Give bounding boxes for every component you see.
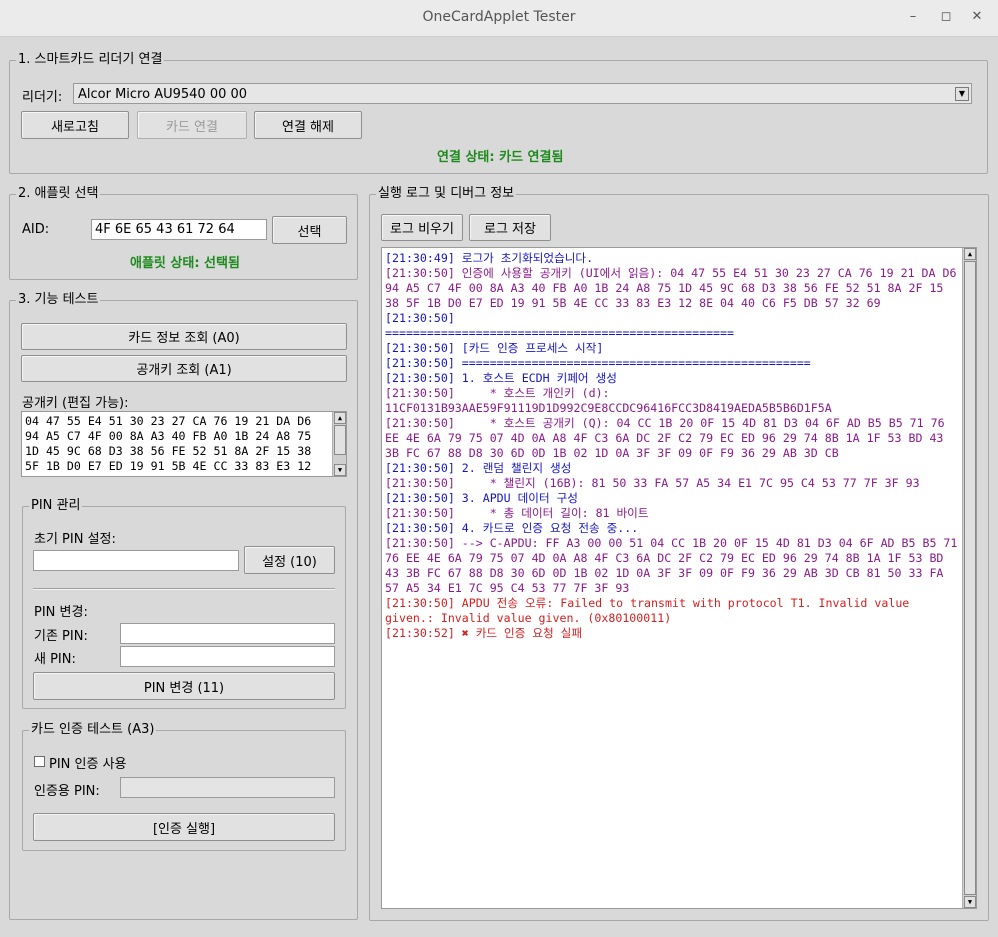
change-pin-label: PIN 변경: xyxy=(34,605,88,620)
auth-legend: 카드 인증 테스트 (A3) xyxy=(29,722,157,738)
scroll-down-icon[interactable]: ▼ xyxy=(334,464,346,476)
log-legend: 실행 로그 및 디버그 정보 xyxy=(376,186,517,202)
log-line: EE 4E 6A 79 75 07 4D 0A A8 4F C3 6A DC 2… xyxy=(385,431,944,445)
reader-legend: 1. 스마트카드 리더기 연결 xyxy=(16,52,165,68)
log-line: [21:30:50] xyxy=(385,311,455,325)
log-line: ========================================… xyxy=(385,326,735,340)
scroll-thumb[interactable] xyxy=(334,425,346,455)
auth-pin-input[interactable] xyxy=(120,777,335,798)
use-pin-checkbox[interactable] xyxy=(34,756,45,767)
chevron-down-icon[interactable]: ▼ xyxy=(955,87,969,101)
scroll-up-icon[interactable]: ▲ xyxy=(964,248,976,260)
save-log-button[interactable]: 로그 저장 xyxy=(469,214,551,241)
pubkey-line: 04 47 55 E4 51 30 23 27 CA 76 19 21 DA D… xyxy=(25,414,312,428)
log-line: [21:30:50] =============================… xyxy=(385,356,811,370)
applet-legend: 2. 애플릿 선택 xyxy=(16,186,101,202)
reader-select[interactable]: Alcor Micro AU9540 00 00 ▼ xyxy=(73,83,972,104)
new-pin-input[interactable] xyxy=(120,646,335,667)
log-scrollbar[interactable]: ▲ ▼ xyxy=(962,248,976,908)
log-line: 38 5F 1B D0 E7 ED 19 91 5B 4E CC 33 83 E… xyxy=(385,296,881,310)
scroll-down-icon[interactable]: ▼ xyxy=(964,896,976,908)
pin-legend: PIN 관리 xyxy=(29,498,83,514)
log-line: [21:30:50] 1. 호스트 ECDH 키페어 생성 xyxy=(385,371,617,385)
init-pin-input[interactable] xyxy=(33,550,239,571)
log-line: 11CF0131B93AAE59F91119D1D992C9E8CCDC9641… xyxy=(385,401,832,415)
select-applet-button[interactable]: 선택 xyxy=(272,216,347,244)
window-title: OneCardApplet Tester xyxy=(422,9,576,25)
log-line: 57 A5 34 E1 7C 95 C4 53 77 7F 3F 93 xyxy=(385,581,630,595)
card-info-button[interactable]: 카드 정보 조회 (A0) xyxy=(21,323,347,350)
log-line: [21:30:50] * 총 데이터 길이: 81 바이트 xyxy=(385,506,649,520)
refresh-button[interactable]: 새로고침 xyxy=(21,111,129,139)
new-pin-label: 새 PIN: xyxy=(34,652,76,667)
log-line: [21:30:52] ✖ 카드 인증 요청 실패 xyxy=(385,626,583,640)
connection-status: 연결 상태: 카드 연결됨 xyxy=(437,150,564,165)
auth-pin-label: 인증용 PIN: xyxy=(34,784,100,799)
log-line: given.: Invalid value given. (0x80100011… xyxy=(385,611,672,625)
pubkey-button[interactable]: 공개키 조회 (A1) xyxy=(21,355,347,382)
pubkey-line: 5F 1B D0 E7 ED 19 91 5B 4E CC 33 83 E3 1… xyxy=(25,459,312,473)
clear-log-button[interactable]: 로그 비우기 xyxy=(381,214,463,241)
log-line: [21:30:50] [카드 인증 프로세스 시작] xyxy=(385,341,604,355)
reader-label: 리더기: xyxy=(22,90,63,105)
change-pin-button[interactable]: PIN 변경 (11) xyxy=(33,672,335,700)
minimize-icon[interactable]: – xyxy=(904,8,922,26)
connect-button[interactable]: 카드 연결 xyxy=(137,111,247,139)
log-line: 76 EE 4E 6A 79 75 07 4D 0A A8 4F C3 6A D… xyxy=(385,551,944,565)
log-line: 3B FC 67 88 D8 30 6D 0D 1B 02 1D 0A 3F 3… xyxy=(385,446,839,460)
old-pin-input[interactable] xyxy=(120,623,335,644)
log-line: 43 3B FC 67 88 D8 30 6D 0D 1B 02 1D 0A 3… xyxy=(385,566,944,580)
maximize-icon[interactable]: ◻ xyxy=(937,8,955,26)
log-textarea[interactable]: [21:30:49] 로그가 초기화되었습니다. [21:30:50] 인증에 사… xyxy=(381,247,977,909)
pubkey-line: 1D 45 9C 68 D3 38 56 FE 52 51 8A 2F 15 3… xyxy=(25,444,312,458)
log-line: [21:30:50] APDU 전송 오류: Failed to transmi… xyxy=(385,596,910,610)
log-line: [21:30:50] 인증에 사용할 공개키 (UI에서 읽음): 04 47 … xyxy=(385,266,957,280)
log-line: [21:30:50] * 호스트 개인키 (d): xyxy=(385,386,610,400)
scroll-thumb[interactable] xyxy=(964,261,976,895)
log-line: [21:30:50] * 호스트 공개키 (Q): 04 CC 1B 20 0F… xyxy=(385,416,945,430)
aid-label: AID: xyxy=(22,222,50,237)
pubkey-line: 94 A5 C7 4F 00 8A A3 40 FB A0 1B 24 A8 7… xyxy=(25,429,312,443)
run-auth-button[interactable]: [인증 실행] xyxy=(33,813,335,841)
log-line: [21:30:50] * 챌린지 (16B): 81 50 33 FA 57 A… xyxy=(385,476,920,490)
aid-input[interactable]: 4F 6E 65 43 61 72 64 xyxy=(91,219,267,240)
reader-select-value: Alcor Micro AU9540 00 00 xyxy=(78,87,248,102)
init-pin-label: 초기 PIN 설정: xyxy=(34,532,116,547)
close-icon[interactable]: ✕ xyxy=(968,8,986,26)
set-pin-button[interactable]: 설정 (10) xyxy=(244,546,335,574)
title-bar: OneCardApplet Tester – ◻ ✕ xyxy=(0,0,998,37)
divider xyxy=(33,588,335,590)
log-line: 94 A5 C7 4F 00 8A A3 40 FB A0 1B 24 A8 7… xyxy=(385,281,944,295)
log-line: [21:30:50] --> C-APDU: FF A3 00 00 51 04… xyxy=(385,536,958,550)
pubkey-edit-label: 공개키 (편집 가능): xyxy=(22,396,129,411)
pubkey-textarea[interactable]: 04 47 55 E4 51 30 23 27 CA 76 19 21 DA D… xyxy=(21,411,347,477)
log-line: [21:30:50] 2. 랜덤 챌린지 생성 xyxy=(385,461,572,475)
log-line: [21:30:49] 로그가 초기화되었습니다. xyxy=(385,251,594,265)
disconnect-button[interactable]: 연결 해제 xyxy=(254,111,362,139)
old-pin-label: 기존 PIN: xyxy=(34,629,88,644)
applet-status: 애플릿 상태: 선택됨 xyxy=(130,256,240,271)
function-legend: 3. 기능 테스트 xyxy=(16,292,101,308)
log-line: [21:30:50] 4. 카드로 인증 요청 전송 중... xyxy=(385,521,639,535)
use-pin-label: PIN 인증 사용 xyxy=(49,757,127,772)
pubkey-scrollbar[interactable]: ▲ ▼ xyxy=(332,412,346,476)
scroll-up-icon[interactable]: ▲ xyxy=(334,412,346,424)
log-line: [21:30:50] 3. APDU 데이터 구성 xyxy=(385,491,578,505)
